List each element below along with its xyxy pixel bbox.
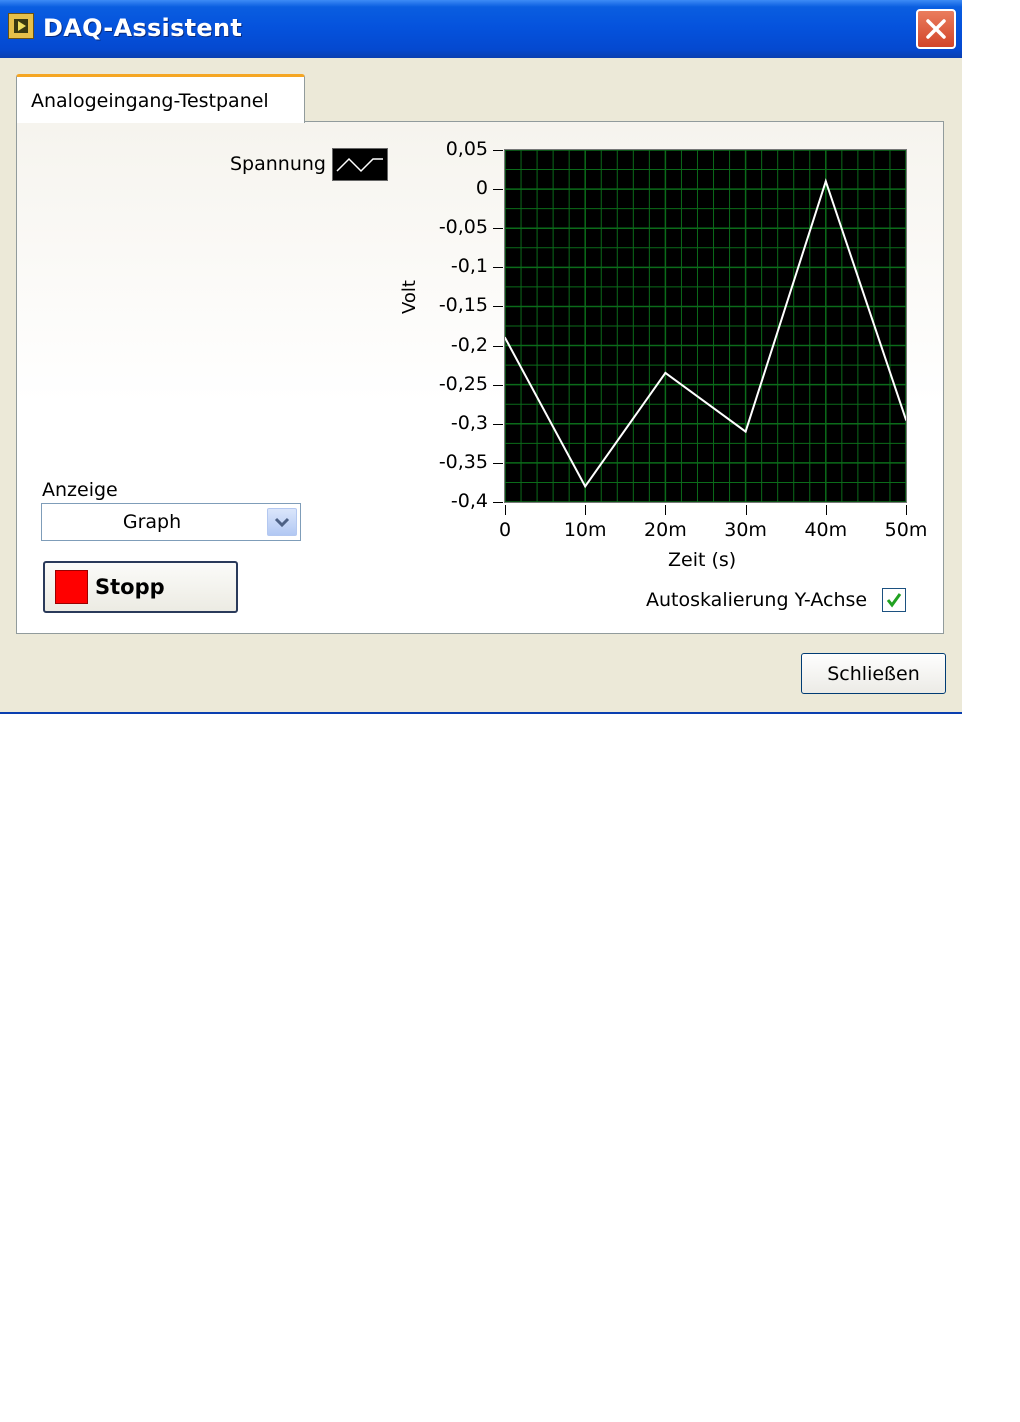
y-tick-mark [493,306,503,308]
y-tick-mark [493,189,503,191]
waveform-graph [505,150,906,502]
x-tick-label: 50m [884,519,928,541]
y-tick-label: -0,15 [438,294,488,317]
x-tick-label: 40m [804,519,848,541]
x-tick-mark [665,505,667,515]
y-tick-mark [493,502,503,503]
display-select-value: Graph [122,511,182,533]
chevron-down-icon [274,517,290,528]
y-tick-label: -0,05 [438,216,488,239]
x-tick-label: 0 [498,519,512,541]
test-panel: Spannung 0,05 0 -0,05 -0,1 -0,15 -0,2 -0,25 -0,… [16,121,944,634]
y-tick-label: -0,4 [450,490,488,512]
x-tick-mark [585,505,587,515]
autoscale-checkbox[interactable] [882,588,906,612]
y-tick-mark [493,462,503,464]
y-tick-mark [493,267,503,269]
data-point [584,485,587,488]
y-tick-label: -0,1 [450,255,488,278]
waveform-icon [336,157,383,173]
checkmark-icon [886,593,902,608]
stop-indicator-icon [55,570,88,604]
legend-swatch[interactable] [332,148,388,181]
legend-label: Spannung [230,153,326,175]
y-tick-mark [493,228,503,230]
data-point [664,371,667,374]
dropdown-button[interactable] [267,508,297,536]
x-tick-mark [906,505,907,515]
y-tick-mark [493,345,503,347]
close-dialog-button[interactable]: Schließen [801,653,946,694]
display-label: Anzeige [42,479,118,501]
x-tick-mark [745,505,747,515]
y-tick-label: 0,05 [445,138,488,160]
display-select[interactable]: Graph [41,503,301,541]
x-tick-label: 30m [724,519,767,541]
stop-button-label: Stopp [95,575,165,599]
y-axis-label: Volt [399,280,420,314]
x-tick-mark [505,505,506,515]
x-tick-mark [825,505,827,515]
y-tick-label: -0,25 [438,372,488,395]
tab-label: Analogeingang-Testpanel [31,90,269,112]
x-tick-label: 20m [644,519,687,541]
series-line-spannung [505,178,906,489]
x-tick-label: 10m [563,519,607,541]
y-tick-label: -0,35 [438,450,488,473]
plot-area[interactable] [504,149,907,503]
tab-analog-input-test-panel[interactable]: Analogeingang-Testpanel [16,74,305,123]
y-tick-label: -0,2 [450,333,488,356]
data-point [824,180,827,183]
y-tick-mark [493,423,503,425]
y-tick-label: 0 [475,177,488,200]
y-tick-label: -0,3 [450,411,488,434]
y-tick-mark [493,150,503,151]
y-tick-mark [493,384,503,386]
data-point [744,430,747,433]
daq-assistant-window: DAQ-Assistent Analogeingang-Testpanel Sp… [0,0,962,714]
x-axis-label: Zeit (s) [668,549,737,571]
close-dialog-label: Schließen [827,663,920,685]
autoscale-label: Autoskalierung Y-Achse [646,589,868,611]
stop-button[interactable]: Stopp [43,561,238,613]
